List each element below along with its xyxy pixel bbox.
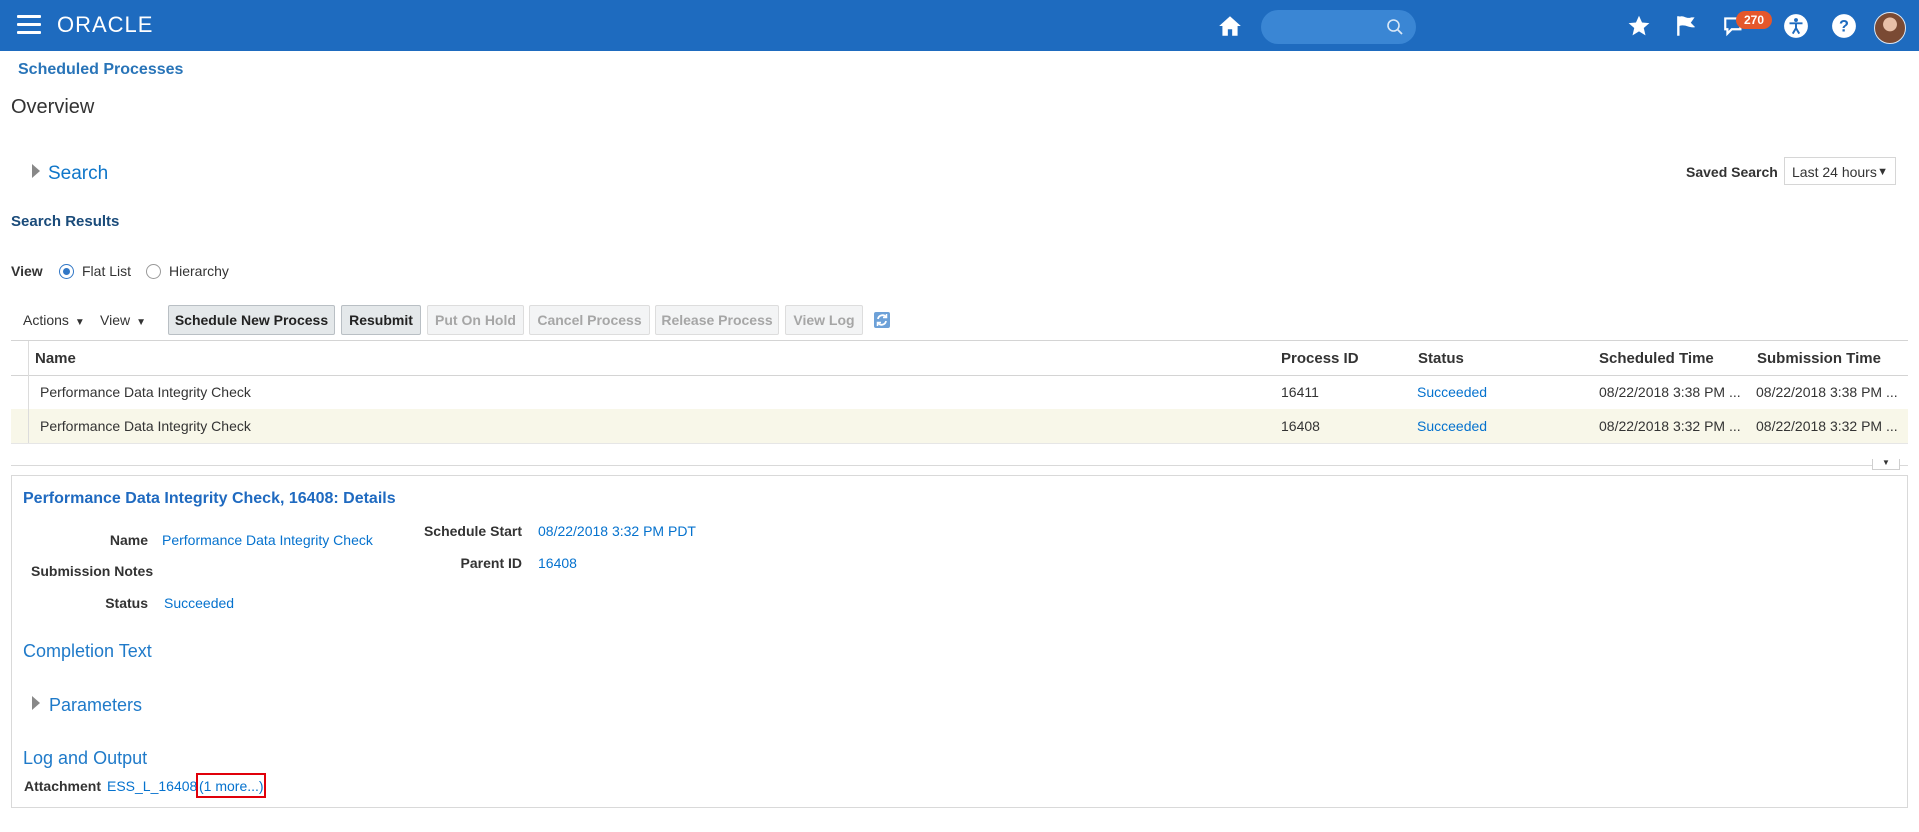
saved-search-value: Last 24 hours <box>1792 164 1877 180</box>
logo-text: ORACLE <box>57 12 154 37</box>
collapse-panel-icon[interactable]: ▼ <box>1872 459 1900 470</box>
search-section-toggle[interactable]: Search <box>32 163 108 185</box>
panel-splitter[interactable] <box>11 465 1908 466</box>
cell-process-id: 16411 <box>1281 384 1319 400</box>
details-title: Performance Data Integrity Check, 16408:… <box>23 490 396 507</box>
saved-search-label: Saved Search <box>1686 164 1778 180</box>
parent-id-label: Parent ID <box>460 555 522 571</box>
view-log-button[interactable]: View Log <box>785 305 863 335</box>
global-header: ORACLE 270 ? <box>0 0 1919 51</box>
cell-name: Performance Data Integrity Check <box>40 418 251 434</box>
column-header-scheduled-time[interactable]: Scheduled Time <box>1599 350 1714 367</box>
actions-menu[interactable]: Actions ▼ <box>23 312 85 328</box>
dropdown-caret-icon: ▼ <box>1877 166 1888 178</box>
star-icon[interactable] <box>1626 13 1652 39</box>
avatar[interactable] <box>1874 12 1906 44</box>
menu-icon[interactable] <box>17 15 41 35</box>
cell-scheduled-time: 08/22/2018 3:38 PM ... <box>1599 384 1741 400</box>
row-selector[interactable] <box>11 375 29 409</box>
cell-name: Performance Data Integrity Check <box>40 384 251 400</box>
global-search-input[interactable] <box>1273 17 1387 39</box>
cell-submission-time: 08/22/2018 3:32 PM ... <box>1756 418 1898 434</box>
home-icon[interactable] <box>1217 13 1243 39</box>
completion-text-heading: Completion Text <box>23 641 152 661</box>
flag-icon[interactable] <box>1674 13 1700 39</box>
column-header-name[interactable]: Name <box>35 350 76 367</box>
release-process-button[interactable]: Release Process <box>655 305 779 335</box>
parent-id-link[interactable]: 16408 <box>538 555 577 571</box>
schedule-start-value: 08/22/2018 3:32 PM PDT <box>538 523 696 539</box>
put-on-hold-button[interactable]: Put On Hold <box>427 305 524 335</box>
page-title: Overview <box>11 96 95 118</box>
search-section-label: Search <box>48 163 109 184</box>
cell-scheduled-time: 08/22/2018 3:32 PM ... <box>1599 418 1741 434</box>
schedule-new-process-button[interactable]: Schedule New Process <box>168 305 335 335</box>
view-label: View <box>11 263 43 279</box>
radio-hierarchy-label[interactable]: Hierarchy <box>169 263 229 279</box>
oracle-logo[interactable]: ORACLE <box>57 12 153 38</box>
details-panel <box>11 475 1908 808</box>
refresh-icon[interactable] <box>872 310 892 330</box>
highlight-box <box>196 773 266 798</box>
notification-badge[interactable]: 270 <box>1736 11 1772 29</box>
svg-text:?: ? <box>1839 17 1849 35</box>
help-icon[interactable]: ? <box>1831 13 1857 39</box>
saved-search-select[interactable]: Last 24 hours ▼ <box>1784 157 1896 185</box>
radio-flat-list-label[interactable]: Flat List <box>82 263 131 279</box>
submission-notes-label: Submission Notes <box>31 563 154 579</box>
search-icon[interactable] <box>1386 18 1404 36</box>
attachment-label: Attachment <box>24 778 102 794</box>
cell-status-link[interactable]: Succeeded <box>1417 384 1487 400</box>
schedule-start-label: Schedule Start <box>423 523 522 539</box>
chevron-down-icon: ▼ <box>74 317 85 328</box>
search-results-title: Search Results <box>11 213 120 230</box>
attachment-link[interactable]: ESS_L_16408 <box>107 778 197 794</box>
log-output-heading: Log and Output <box>23 748 148 768</box>
table-row[interactable]: Performance Data Integrity Check 16408 S… <box>11 409 1908 444</box>
row-header-gutter <box>11 341 29 375</box>
expand-triangle-icon <box>32 696 40 710</box>
actions-menu-label: Actions <box>23 312 69 328</box>
parameters-heading: Parameters <box>49 695 143 715</box>
table-header: Name Process ID Status Scheduled Time Su… <box>11 340 1908 376</box>
name-label: Name <box>109 532 148 548</box>
view-menu-label: View <box>100 312 131 328</box>
cell-submission-time: 08/22/2018 3:38 PM ... <box>1756 384 1898 400</box>
column-header-process-id[interactable]: Process ID <box>1281 350 1359 367</box>
accessibility-icon[interactable] <box>1783 13 1809 39</box>
cell-process-id: 16408 <box>1281 418 1320 434</box>
view-menu[interactable]: View ▼ <box>100 312 146 328</box>
cancel-process-button[interactable]: Cancel Process <box>529 305 650 335</box>
status-label: Status <box>105 595 148 611</box>
chevron-down-icon: ▼ <box>136 317 146 328</box>
column-header-status[interactable]: Status <box>1418 350 1464 367</box>
cell-status-link[interactable]: Succeeded <box>1417 418 1487 434</box>
name-value-link[interactable]: Performance Data Integrity Check <box>162 532 373 548</box>
column-header-submission-time[interactable]: Submission Time <box>1757 350 1881 367</box>
resubmit-button[interactable]: Resubmit <box>341 305 421 335</box>
breadcrumb[interactable]: Scheduled Processes <box>18 61 183 79</box>
global-search[interactable] <box>1261 10 1416 44</box>
parameters-toggle[interactable]: Parameters <box>32 695 142 716</box>
table-row[interactable]: Performance Data Integrity Check 16411 S… <box>11 375 1908 410</box>
radio-hierarchy[interactable] <box>146 264 161 279</box>
status-value: Succeeded <box>164 595 235 611</box>
expand-triangle-icon <box>32 164 40 178</box>
radio-flat-list[interactable] <box>59 264 74 279</box>
row-selector[interactable] <box>11 409 29 443</box>
